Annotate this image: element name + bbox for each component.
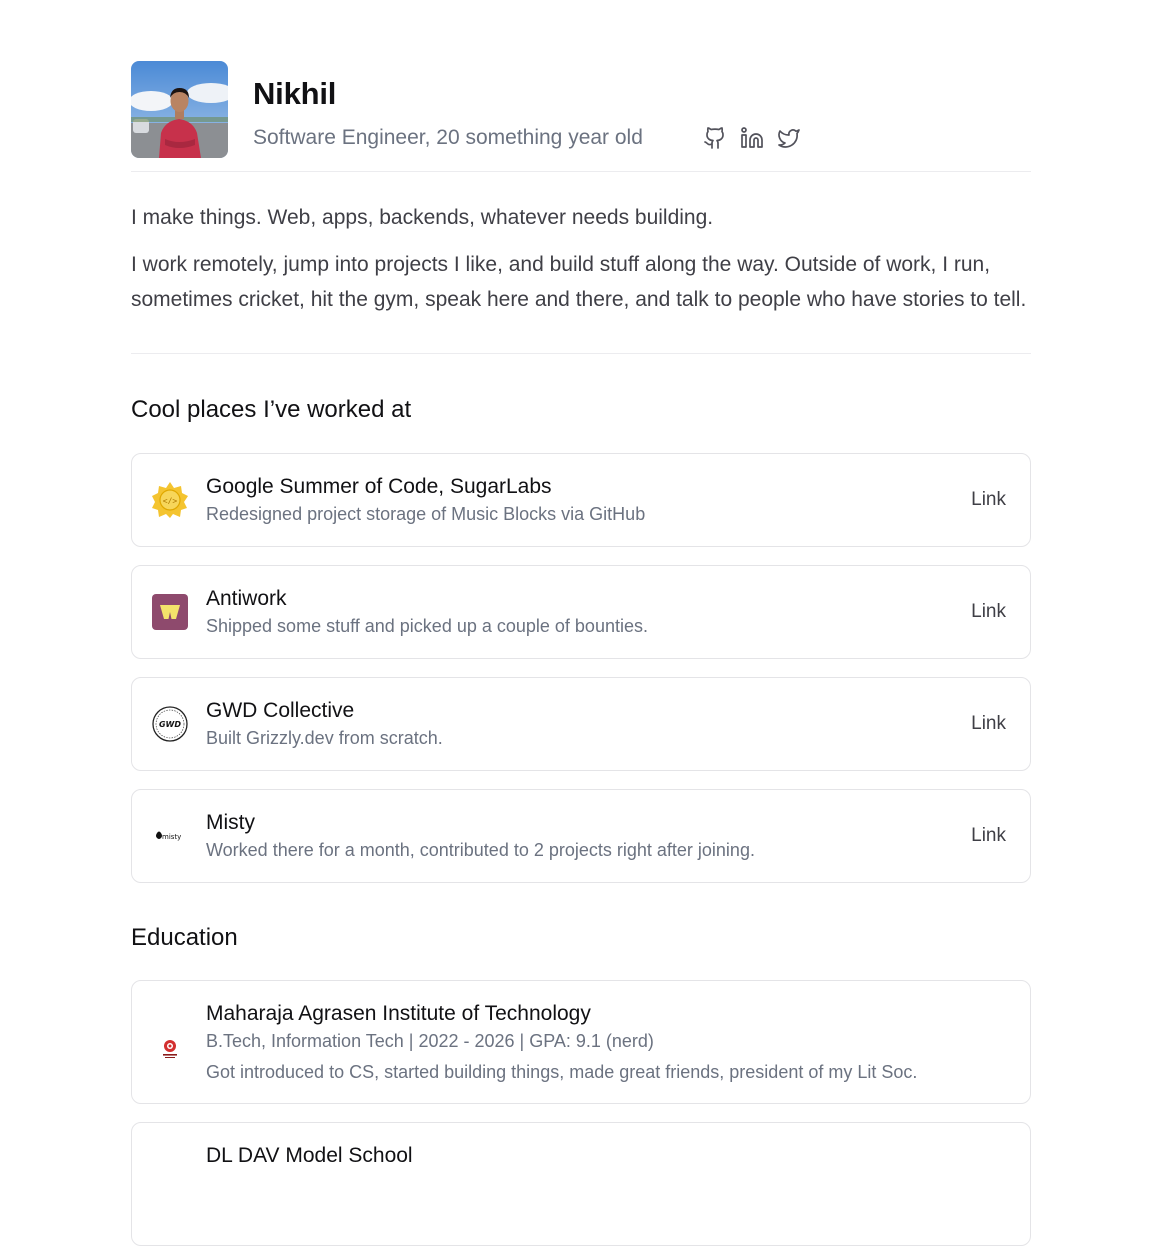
work-card-misty: misty Misty Worked there for a month, co… [131, 789, 1031, 883]
mait-logo-icon [151, 1029, 189, 1067]
gwd-logo-text: GWD [159, 720, 181, 729]
misty-logo-icon: misty [151, 817, 189, 855]
work-card-title: GWD Collective [206, 699, 355, 722]
work-card-title: Google Summer of Code, SugarLabs [206, 475, 552, 498]
work-card-link[interactable]: Link [971, 489, 1006, 511]
header-divider [131, 171, 1031, 172]
work-card-title: Misty [206, 811, 255, 834]
profile-name: Nikhil [253, 76, 337, 111]
education-card-mait: Maharaja Agrasen Institute of Technology… [131, 980, 1031, 1104]
work-card-body: GWD Collective Built Grizzly.dev from sc… [206, 698, 971, 750]
education-card-body: Maharaja Agrasen Institute of Technology… [206, 1001, 1006, 1084]
work-section-title: Cool places I’ve worked at [131, 396, 412, 423]
work-card-gsoc: </> Google Summer of Code, SugarLabs Red… [131, 453, 1031, 547]
work-card-title: Antiwork [206, 587, 287, 610]
education-card-title: Maharaja Agrasen Institute of Technology [206, 1002, 591, 1025]
education-card-title: DL DAV Model School [206, 1144, 413, 1167]
header-text: Nikhil Software Engineer, 20 something y… [253, 61, 802, 151]
work-card-link[interactable]: Link [971, 825, 1006, 847]
page: Nikhil Software Engineer, 20 something y… [131, 61, 1031, 1246]
twitter-icon[interactable] [777, 126, 802, 151]
misty-logo-text: misty [162, 833, 181, 841]
work-card-desc: Shipped some stuff and picked up a coupl… [206, 616, 648, 636]
bio: I make things. Web, apps, backends, what… [131, 200, 1031, 317]
work-card-link[interactable]: Link [971, 601, 1006, 623]
profile-header: Nikhil Software Engineer, 20 something y… [131, 61, 1031, 158]
gsoc-logo-icon: </> [151, 481, 189, 519]
education-section-title: Education [131, 924, 238, 951]
work-list: </> Google Summer of Code, SugarLabs Red… [131, 453, 1031, 883]
work-card-body: Misty Worked there for a month, contribu… [206, 810, 971, 862]
bio-divider [131, 353, 1031, 354]
github-icon[interactable] [703, 126, 728, 151]
work-card-gwd: GWD GWD Collective Built Grizzly.dev fro… [131, 677, 1031, 771]
work-card-body: Google Summer of Code, SugarLabs Redesig… [206, 474, 971, 526]
work-card-desc: Redesigned project storage of Music Bloc… [206, 504, 646, 524]
work-card-antiwork: Antiwork Shipped some stuff and picked u… [131, 565, 1031, 659]
antiwork-logo-icon [151, 593, 189, 631]
social-links [703, 126, 802, 151]
work-card-body: Antiwork Shipped some stuff and picked u… [206, 586, 971, 638]
profile-tagline: Software Engineer, 20 something year old [253, 126, 643, 149]
work-card-desc: Worked there for a month, contributed to… [206, 840, 755, 860]
avatar [131, 61, 228, 158]
bio-paragraph-1: I make things. Web, apps, backends, what… [131, 206, 714, 229]
dav-logo-icon [151, 1143, 189, 1181]
gwd-logo-icon: GWD [151, 705, 189, 743]
work-card-desc: Built Grizzly.dev from scratch. [206, 728, 443, 748]
subline: Software Engineer, 20 something year old [253, 125, 802, 151]
education-list: Maharaja Agrasen Institute of Technology… [131, 980, 1031, 1246]
bio-paragraph-2: I work remotely, jump into projects I li… [131, 253, 1027, 311]
education-card-dav: DL DAV Model School [131, 1122, 1031, 1246]
education-card-meta: B.Tech, Information Tech | 2022 - 2026 |… [206, 1031, 654, 1051]
work-card-link[interactable]: Link [971, 713, 1006, 735]
svg-text:</>: </> [163, 497, 178, 506]
linkedin-icon[interactable] [740, 126, 765, 151]
education-card-note: Got introduced to CS, started building t… [206, 1062, 918, 1082]
education-card-body: DL DAV Model School [206, 1143, 1006, 1169]
